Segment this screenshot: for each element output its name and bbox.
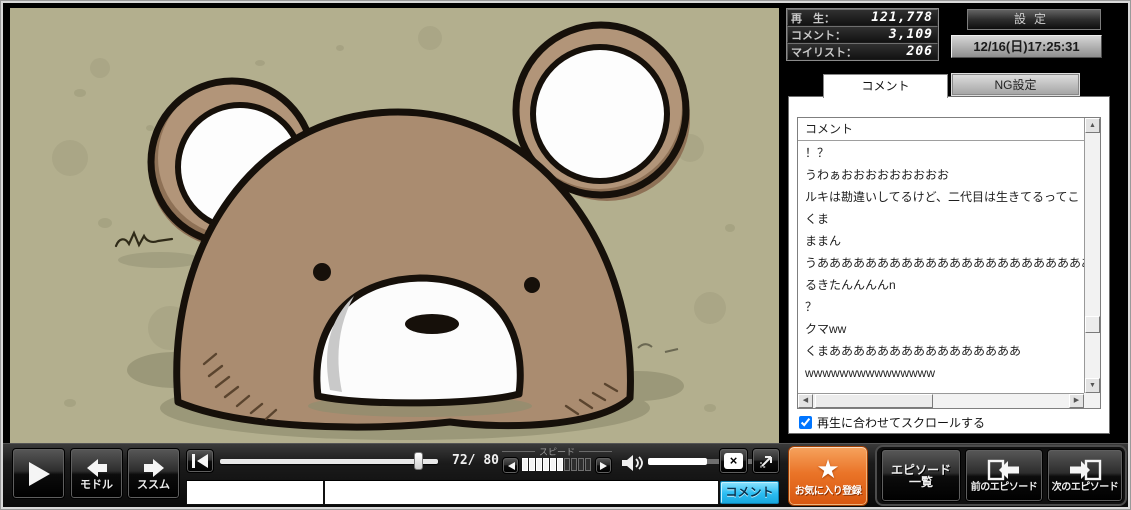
bear-illustration [10, 8, 779, 443]
views-value: 121,778 [835, 10, 937, 25]
back-label: モドル [80, 479, 113, 491]
scroll-down-icon[interactable]: ▼ [1085, 378, 1100, 393]
comment-row[interactable]: ！？ [798, 142, 1084, 164]
speed-segment [585, 458, 591, 471]
mylist-label: マイリスト： [788, 44, 857, 60]
comment-row[interactable]: ？ [798, 296, 1084, 318]
speed-segment [543, 458, 549, 471]
next-episode-button[interactable]: 次のエピソード [1047, 449, 1123, 502]
scrollbar-corner [1084, 393, 1100, 408]
player-window: 再 生： 121,778 コメント： 3,109 マイリスト： 206 設定 1… [0, 0, 1131, 510]
speed-segment [529, 458, 535, 471]
arrow-right-icon [141, 457, 167, 479]
scroll-up-icon[interactable]: ▲ [1085, 118, 1100, 133]
vertical-scroll-thumb[interactable] [1085, 316, 1100, 333]
comment-list-header: コメント [798, 118, 1084, 141]
volume-icon[interactable] [620, 453, 644, 478]
tab-comment[interactable]: コメント [823, 74, 948, 98]
speed-segment [550, 458, 556, 471]
mylist-value: 206 [857, 44, 937, 59]
play-icon [26, 460, 52, 488]
comment-toggle-button[interactable]: × [719, 448, 748, 474]
control-bar: モドル ススム 72/ 80 スピード [3, 443, 1128, 507]
autoscroll-checkbox[interactable] [799, 416, 812, 429]
comment-command-input[interactable] [186, 480, 324, 505]
seek-track[interactable] [220, 459, 438, 464]
arrow-left-icon [84, 457, 110, 479]
comment-row[interactable]: くまああああああああああああああああ [798, 340, 1084, 362]
prev-episode-label: 前のエピソード [971, 482, 1038, 494]
tab-ng-settings[interactable]: NG設定 [952, 74, 1079, 95]
autoscroll-option: 再生に合わせてスクロールする [799, 414, 985, 431]
next-episode-icon [1067, 458, 1103, 482]
play-button[interactable] [12, 448, 65, 499]
speed-down-icon [506, 461, 516, 471]
comments-label: コメント： [788, 27, 846, 43]
speed-segment [578, 458, 584, 471]
episode-list-label-1: エピソード [891, 464, 951, 476]
prev-episode-button[interactable]: 前のエピソード [965, 449, 1043, 502]
horizontal-scroll-thumb[interactable] [815, 394, 933, 408]
skip-to-start-button[interactable] [186, 449, 214, 473]
datetime-display: 12/16(日)17:25:31 [951, 35, 1102, 58]
comment-row[interactable]: うああああああああああああああああああああああああ [798, 252, 1084, 274]
favorite-label: お気に入り登録 [795, 482, 862, 497]
speed-up-button[interactable] [595, 457, 612, 474]
episode-list-button[interactable]: エピソード 一覧 [881, 449, 961, 502]
speed-control: スピード [502, 445, 612, 475]
skip-start-icon [189, 453, 211, 469]
speed-segment [564, 458, 570, 471]
volume-slider[interactable] [648, 459, 766, 464]
scroll-right-icon[interactable]: ▶ [1069, 394, 1084, 408]
speed-segments [522, 458, 591, 471]
comment-row[interactable]: ままん [798, 230, 1084, 252]
fullscreen-button[interactable] [752, 448, 780, 474]
vertical-scrollbar[interactable]: ▲ ▼ [1084, 118, 1100, 393]
next-episode-label: 次のエピソード [1052, 482, 1119, 494]
volume-fill [648, 458, 707, 465]
speed-label: スピード [502, 445, 612, 458]
speed-up-icon [599, 461, 609, 471]
close-x-icon: × [724, 453, 743, 469]
prev-episode-icon [986, 458, 1022, 482]
forward-button[interactable]: ススム [127, 448, 180, 499]
comment-submit-button[interactable]: コメント [720, 481, 779, 504]
favorite-button[interactable]: ★ お気に入り登録 [788, 446, 868, 506]
comment-row[interactable]: ルキは勘違いしてるけど、二代目は生きてるってこ [798, 186, 1084, 208]
horizontal-scrollbar[interactable]: ◀ ▶ [798, 393, 1084, 408]
comment-panel: コメント ！？ うわぁおおおおおおおおお ルキは勘違いしてるけど、二代目は生きて… [789, 97, 1109, 433]
autoscroll-label: 再生に合わせてスクロールする [817, 414, 985, 431]
comments-value: 3,109 [846, 27, 937, 42]
comment-rows: ！？ うわぁおおおおおおおおお ルキは勘違いしてるけど、二代目は生きてるってこ … [798, 142, 1084, 393]
speed-segment [571, 458, 577, 471]
comment-row[interactable]: クマww [798, 318, 1084, 340]
speed-segment [522, 458, 528, 471]
comment-row[interactable]: うわぁおおおおおおおおお [798, 164, 1084, 186]
scroll-left-icon[interactable]: ◀ [798, 394, 813, 408]
views-label: 再 生： [788, 10, 835, 26]
comment-row[interactable]: wwwwwwwwwwwwwww [798, 362, 1084, 384]
speed-down-button[interactable] [502, 457, 519, 474]
comment-text-input[interactable] [324, 480, 719, 505]
time-display: 72/ 80 [443, 453, 499, 468]
comment-row[interactable]: くま [798, 208, 1084, 230]
speed-segment [536, 458, 542, 471]
forward-label: ススム [137, 479, 170, 491]
comment-list: コメント ！？ うわぁおおおおおおおおお ルキは勘違いしてるけど、二代目は生きて… [797, 117, 1101, 409]
seek-thumb[interactable] [414, 452, 423, 470]
speed-segment [557, 458, 563, 471]
expand-icon [758, 453, 775, 470]
stats-box: 再 生： 121,778 コメント： 3,109 マイリスト： 206 [786, 8, 939, 61]
star-icon: ★ [816, 456, 839, 482]
episode-list-label-2: 一覧 [909, 476, 933, 488]
video-area[interactable] [10, 8, 779, 443]
comment-row[interactable]: るきたんんんんn [798, 274, 1084, 296]
settings-button[interactable]: 設定 [967, 9, 1101, 30]
back-button[interactable]: モドル [70, 448, 123, 499]
seek-slider[interactable] [217, 449, 441, 473]
stat-row-mylist: マイリスト： 206 [787, 43, 938, 60]
stat-row-views: 再 生： 121,778 [787, 9, 938, 26]
stat-row-comments: コメント： 3,109 [787, 26, 938, 43]
